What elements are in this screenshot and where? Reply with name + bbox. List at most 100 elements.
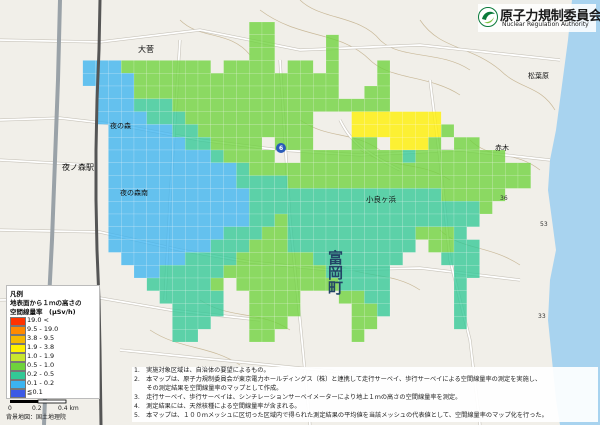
mesh-cell [120,239,135,253]
scale-bar-segment [10,400,38,403]
mesh-cell [210,162,224,176]
mesh-cell [261,175,276,189]
mesh-cell [172,316,186,330]
mesh-cell [223,111,237,125]
mesh-cell [287,213,301,228]
mesh-cell [197,265,212,279]
mesh-cell [159,239,173,253]
mesh-cell [248,124,263,138]
mesh-cell [172,200,186,215]
mesh-cell [453,188,468,202]
mesh-cell [197,136,212,151]
mesh-cell [351,290,365,304]
map-legend: 凡例 地表面から１ｍの高さの 空間線量率 (μSv/h) 19.0 < 9.5 … [6,285,100,399]
note-3: 3. 走行サーベイ、歩行サーベイは、シンチレーションサーベイメーターにより地上１… [134,394,462,401]
mesh-cell [389,124,404,138]
mesh-cell [146,200,160,215]
mesh-cell [159,265,173,279]
mesh-cell [223,85,237,100]
place-yonomori-station: 夜ノ森駅 [62,162,94,172]
legend-label: 0.1 - 0.2 [27,379,55,387]
mesh-cell [210,252,224,266]
mesh-cell [82,72,96,87]
mesh-cell [210,213,224,228]
mesh-cell [223,239,237,253]
mesh-cell [197,213,212,228]
mesh-cell [120,200,135,215]
elevation-33: 33 [538,313,546,320]
mesh-cell [441,124,455,138]
mesh-cell [402,124,416,138]
mesh-cell [146,149,160,164]
mesh-cell [197,290,212,304]
mesh-cell [159,111,173,125]
mesh-cell [479,162,493,176]
legend-row: 1.0 - 1.9 [10,352,96,362]
mesh-cell [274,277,288,292]
mesh-cell [466,188,480,202]
mesh-cell [415,136,429,151]
mesh-cell [402,111,416,125]
mesh-cell [248,188,263,202]
mesh-cell [223,124,237,138]
mesh-cell [364,290,378,304]
mesh-cell [364,277,378,292]
mesh-cell [274,72,288,87]
mesh-cell [377,213,391,228]
mesh-cell [261,60,276,74]
mesh-cell [300,277,314,292]
mesh-cell [351,265,365,279]
mesh-cell [210,136,224,151]
mesh-cell [197,277,212,292]
mesh-cell [146,98,160,112]
mesh-cell [210,111,224,125]
mesh-cell [377,277,391,292]
mesh-cell [261,98,276,112]
mesh-cell [146,265,160,279]
elevation-53: 53 [540,221,548,228]
mesh-cell [108,162,122,176]
mesh-cell [300,72,314,87]
mesh-cell [248,329,263,343]
legend-row: ≦0.1 [10,388,96,398]
mesh-cell [453,252,468,266]
mesh-cell [274,252,288,266]
mesh-cell [108,60,122,74]
mesh-cell [415,188,429,202]
mesh-cell [261,111,276,125]
mesh-cell [453,175,468,189]
mesh-cell [415,111,429,125]
mesh-cell [210,72,224,87]
mesh-cell [236,175,250,189]
mesh-cell [223,149,237,164]
mesh-cell [133,60,148,74]
dose-rate-map: 大菅 夜ノ森駅 夜の森 夜の森南 小良ヶ浜 富岡町 赤木 松葉原 6 36 53 33 原子力規制委員… [0,0,600,425]
mesh-cell [274,162,288,176]
mesh-cell [172,213,186,228]
mesh-cell [120,98,135,112]
mesh-cell [120,252,135,266]
mesh-cell [325,200,340,215]
mesh-cell [441,200,455,215]
mesh-cell [120,72,135,87]
mesh-cell [287,98,301,112]
mesh-cell [184,149,199,164]
mesh-cell [364,226,378,240]
mesh-cell [261,200,276,215]
mesh-cell [389,111,404,125]
mesh-cell [313,265,327,279]
mesh-cell [287,226,301,240]
mesh-cell [223,175,237,189]
mesh-cell [313,252,327,266]
mesh-cell [108,213,122,228]
mesh-cell [274,303,288,317]
mesh-cell [210,124,224,138]
mesh-cell [261,290,276,304]
mesh-cell [184,213,199,228]
mesh-cell [159,60,173,74]
mesh-cell [351,175,365,189]
mesh-cell [248,265,263,279]
mesh-cell [159,98,173,112]
mesh-cell [364,85,378,100]
mesh-cell [325,47,340,61]
